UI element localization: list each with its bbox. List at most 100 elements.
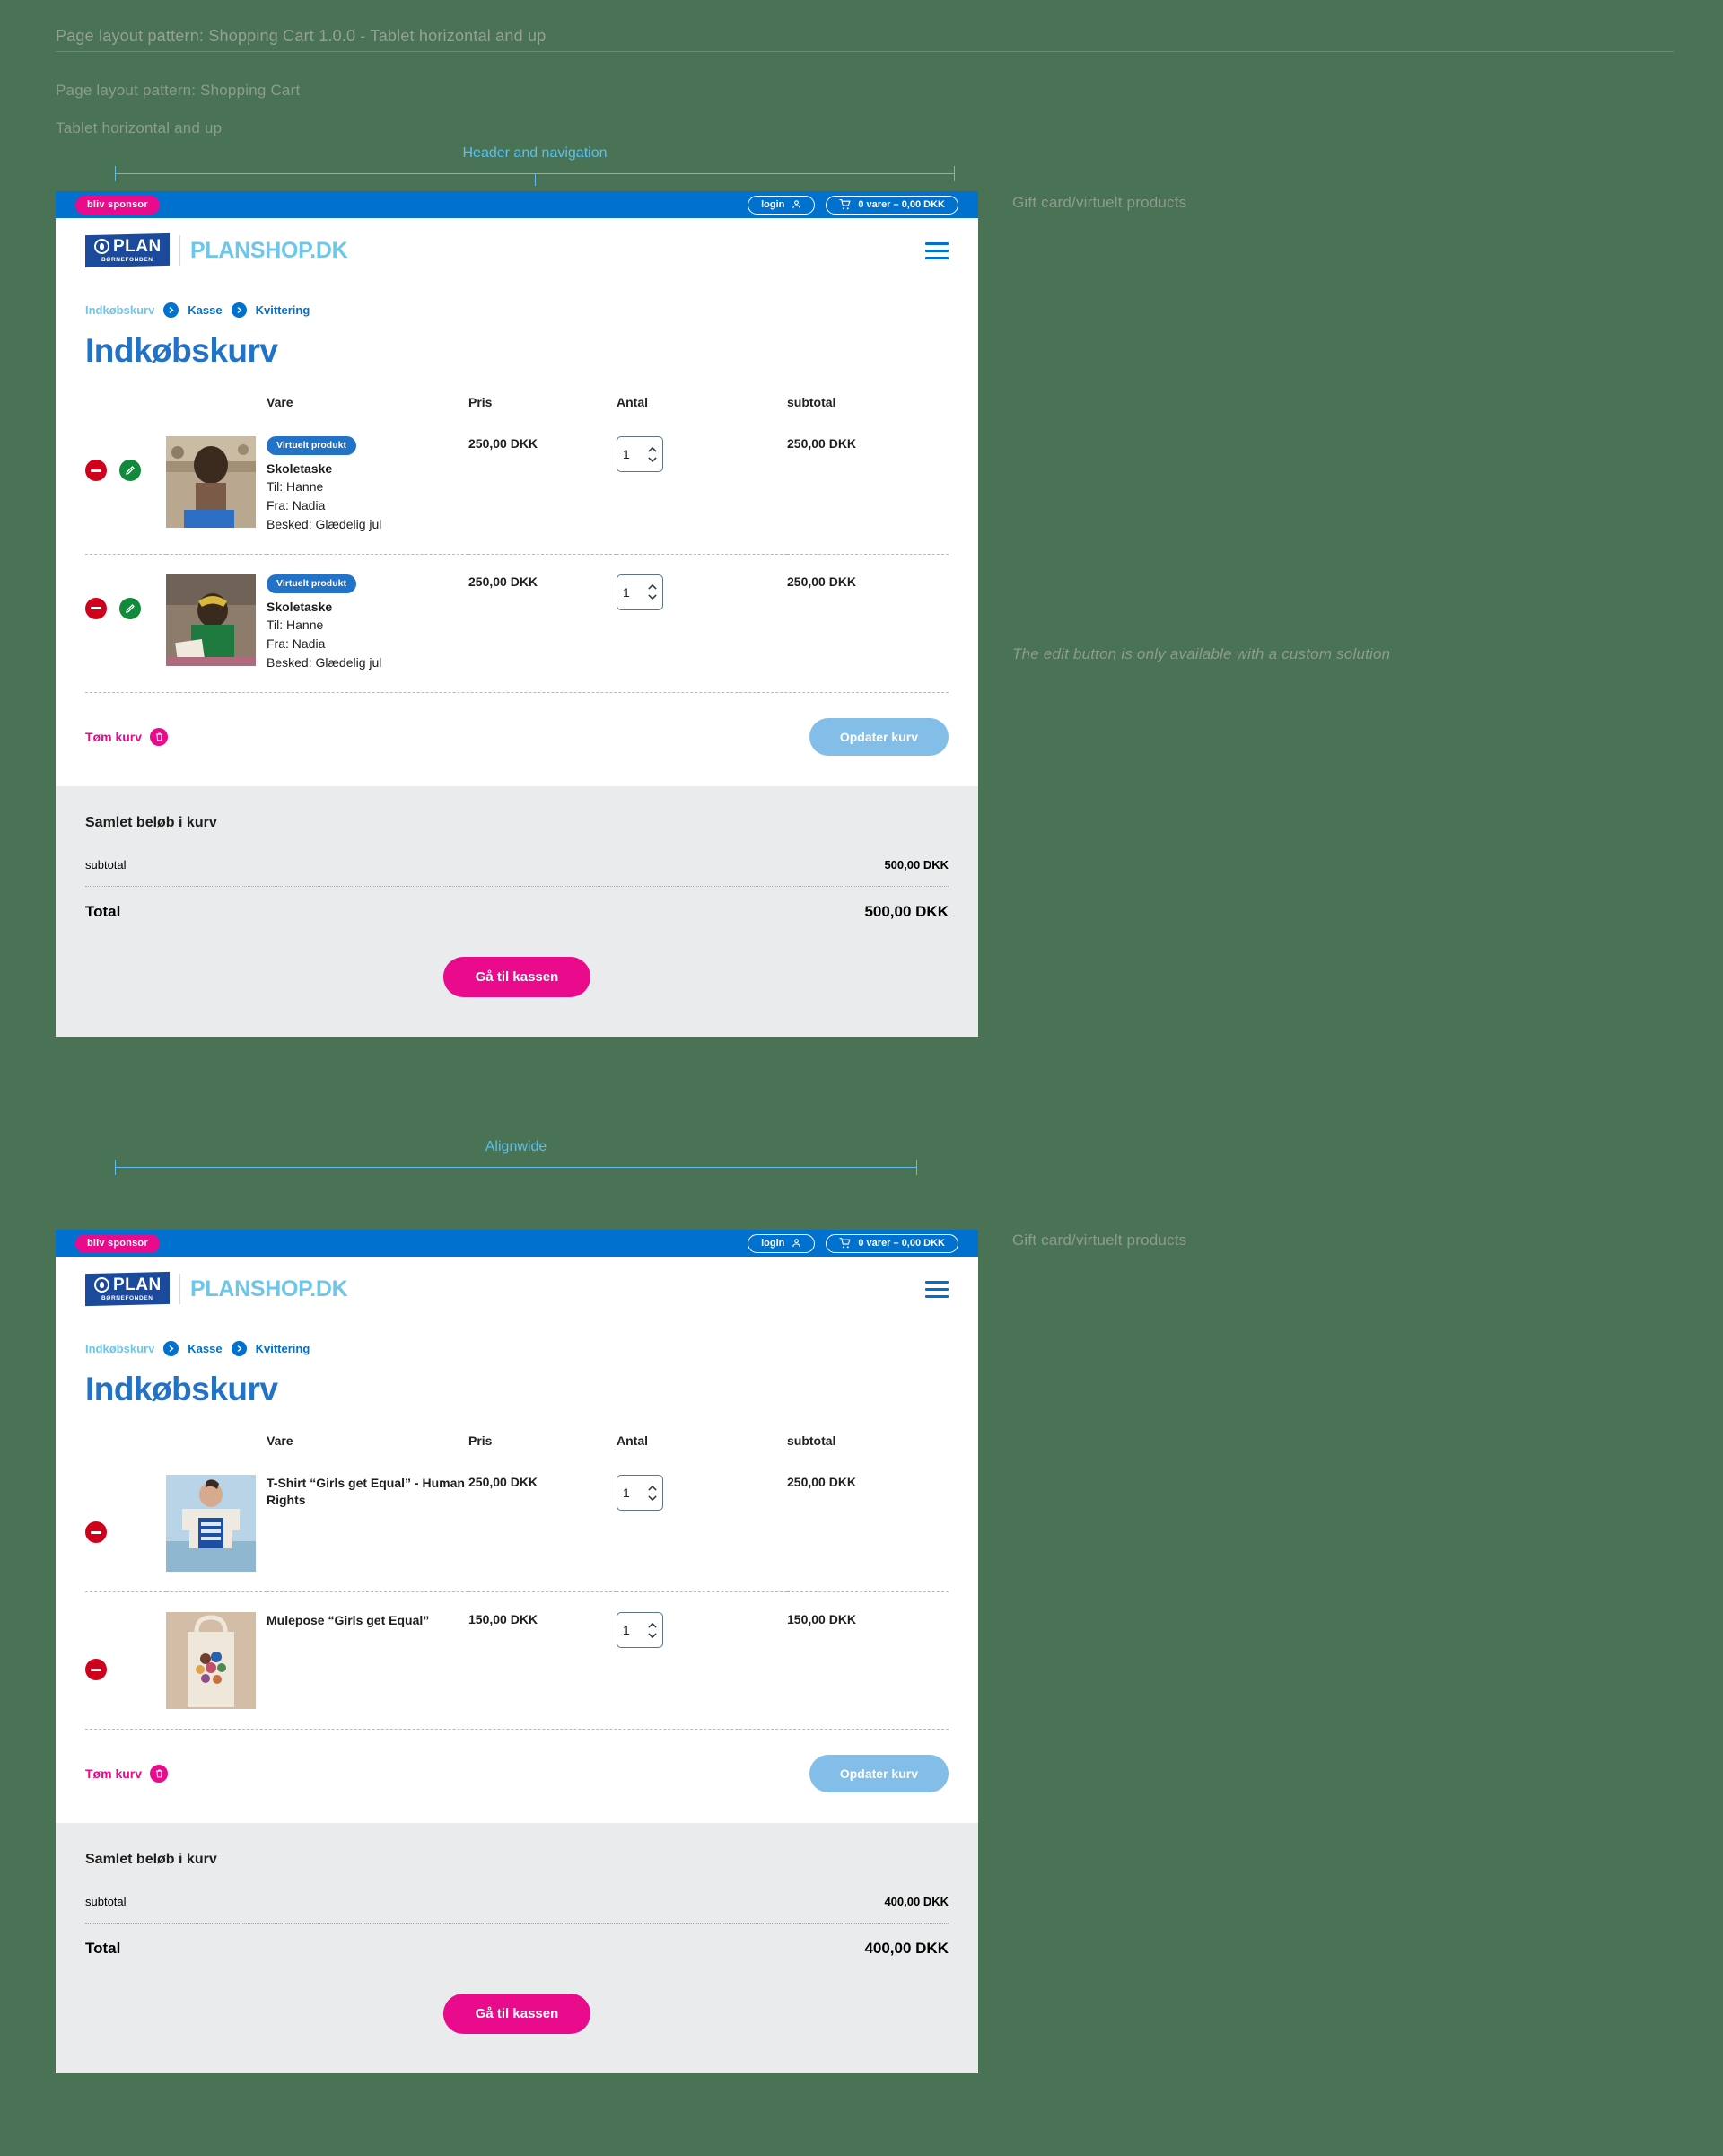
- col-header-antal: Antal: [617, 1433, 648, 1448]
- table-row: Virtuelt produkt Skoletaske Til: Hanne F…: [85, 553, 949, 692]
- measure-header-label: Header and navigation: [462, 145, 608, 161]
- breadcrumb-item-kvittering[interactable]: Kvittering: [256, 303, 310, 317]
- login-button[interactable]: login: [748, 195, 816, 215]
- user-icon: [792, 1238, 801, 1248]
- row-thumbnail: [166, 1464, 267, 1592]
- row-price: 250,00 DKK: [468, 1464, 617, 1592]
- product-price: 150,00 DKK: [468, 1612, 538, 1626]
- col-header-antal: Antal: [617, 395, 648, 409]
- site-logo[interactable]: PLAN BØRNEFONDEN PLANSHOP.DK: [85, 1271, 348, 1307]
- row-subtotal: 250,00 DKK: [787, 1464, 949, 1592]
- totals-subtotal-value: 400,00 DKK: [884, 1895, 949, 1908]
- row-product-info: Virtuelt produkt Skoletaske Til: Hanne F…: [267, 425, 468, 554]
- breadcrumb-item-indkobskurv[interactable]: Indkøbskurv: [85, 1342, 154, 1355]
- checkout-button[interactable]: Gå til kassen: [442, 1994, 591, 2034]
- quantity-value[interactable]: 1: [623, 1486, 648, 1500]
- product-name[interactable]: T-Shirt “Girls get Equal” - Human Rights: [267, 1475, 468, 1509]
- pencil-edit-icon[interactable]: [119, 460, 141, 481]
- chevron-up-icon[interactable]: [648, 584, 657, 591]
- remove-minus-icon[interactable]: [85, 1521, 107, 1543]
- cart-actions-bar: Tøm kurv Opdater kurv: [85, 1729, 949, 1823]
- col-actions: [85, 395, 166, 425]
- login-label: login: [761, 1237, 785, 1249]
- totals-total-value: 400,00 DKK: [864, 1940, 949, 1957]
- measure-cap-left: [115, 1160, 116, 1175]
- totals-total-row: Total 400,00 DKK: [85, 1940, 949, 1958]
- quantity-stepper[interactable]: 1: [617, 1612, 663, 1648]
- breadcrumb-item-kasse[interactable]: Kasse: [188, 303, 222, 317]
- sponsor-button[interactable]: bliv sponsor: [75, 195, 160, 215]
- row-quantity: 1: [617, 425, 787, 554]
- quantity-value[interactable]: 1: [623, 447, 648, 461]
- mini-cart-button[interactable]: 0 varer – 0,00 DKK: [826, 195, 958, 215]
- product-price: 250,00 DKK: [468, 574, 538, 589]
- row-actions: [85, 553, 166, 692]
- cart-totals: Samlet beløb i kurv subtotal 400,00 DKK …: [56, 1823, 978, 2073]
- empty-cart-button[interactable]: Tøm kurv: [85, 1765, 169, 1783]
- note-giftcard-top: Gift card/virtuelt products: [1012, 194, 1187, 211]
- row-price: 150,00 DKK: [468, 1591, 617, 1729]
- update-cart-button[interactable]: Opdater kurv: [809, 717, 949, 756]
- sponsor-button[interactable]: bliv sponsor: [75, 1233, 160, 1253]
- chevron-up-icon[interactable]: [648, 1485, 657, 1491]
- plan-logo-mark: PLAN BØRNEFONDEN: [85, 232, 170, 268]
- product-meta-besked: Besked: Glædelig jul: [267, 654, 382, 670]
- remove-minus-icon[interactable]: [85, 460, 107, 481]
- breadcrumb-item-indkobskurv[interactable]: Indkøbskurv: [85, 303, 154, 317]
- measure-alignwide-label: Alignwide: [485, 1139, 547, 1154]
- shopping-cart-icon: [839, 1237, 852, 1249]
- cart-actions-bar: Tøm kurv Opdater kurv: [85, 691, 949, 786]
- hamburger-menu-icon[interactable]: [925, 241, 949, 259]
- empty-cart-button[interactable]: Tøm kurv: [85, 727, 169, 746]
- product-name[interactable]: Mulepose “Girls get Equal”: [267, 1612, 468, 1629]
- cart-table: Vare Pris Antal subtotal: [85, 395, 949, 692]
- remove-minus-icon[interactable]: [85, 1659, 107, 1680]
- login-button[interactable]: login: [748, 1233, 816, 1253]
- quantity-stepper[interactable]: 1: [617, 574, 663, 610]
- product-name[interactable]: Skoletaske: [267, 599, 468, 616]
- quantity-value[interactable]: 1: [623, 585, 648, 600]
- chevron-down-icon[interactable]: [648, 594, 657, 600]
- site-logo[interactable]: PLAN BØRNEFONDEN PLANSHOP.DK: [85, 232, 348, 268]
- chevron-up-icon[interactable]: [648, 446, 657, 452]
- col-header-vare: Vare: [267, 395, 293, 409]
- product-name[interactable]: Skoletaske: [267, 460, 468, 478]
- mini-cart-button[interactable]: 0 varer – 0,00 DKK: [826, 1233, 958, 1253]
- chevron-up-icon[interactable]: [648, 1622, 657, 1628]
- update-cart-button[interactable]: Opdater kurv: [809, 1755, 949, 1792]
- totals-total-label: Total: [85, 1940, 121, 1957]
- quantity-value[interactable]: 1: [623, 1623, 648, 1637]
- chevron-down-icon[interactable]: [648, 1494, 657, 1501]
- row-quantity: 1: [617, 1591, 787, 1729]
- quantity-stepper[interactable]: 1: [617, 436, 663, 472]
- pencil-edit-icon[interactable]: [119, 597, 141, 619]
- remove-minus-icon[interactable]: [85, 597, 107, 619]
- plan-emblem-icon: [93, 239, 109, 255]
- checkout-button[interactable]: Gå til kassen: [442, 956, 591, 997]
- chevron-down-icon[interactable]: [648, 1632, 657, 1638]
- brand-bar: PLAN BØRNEFONDEN PLANSHOP.DK: [56, 1257, 978, 1321]
- logo-divider: [179, 235, 180, 266]
- cart-table-header-row: Vare Pris Antal subtotal: [85, 395, 949, 425]
- row-actions: [85, 1464, 166, 1592]
- totals-heading: Samlet beløb i kurv: [85, 814, 217, 830]
- empty-cart-label: Tøm kurv: [85, 1766, 143, 1781]
- cart-table-header-row: Vare Pris Antal subtotal: [85, 1433, 949, 1464]
- col-header-subtotal: subtotal: [787, 1433, 836, 1448]
- chevron-right-circle-icon: [231, 1341, 247, 1356]
- product-price: 250,00 DKK: [468, 436, 538, 451]
- breadcrumb: Indkøbskurv Kasse Kvittering: [85, 1321, 949, 1356]
- row-subtotal: 250,00 DKK: [787, 553, 949, 692]
- chevron-down-icon[interactable]: [648, 456, 657, 462]
- product-meta-til: Til: Hanne: [267, 617, 324, 632]
- quantity-stepper[interactable]: 1: [617, 1475, 663, 1511]
- measure-cap-left: [115, 166, 116, 181]
- breadcrumb-item-kasse[interactable]: Kasse: [188, 1342, 222, 1355]
- product-meta-besked: Besked: Glædelig jul: [267, 516, 382, 531]
- product-meta-til: Til: Hanne: [267, 478, 324, 494]
- frame-title: Page layout pattern: Shopping Cart 1.0.0…: [56, 27, 547, 45]
- hamburger-menu-icon[interactable]: [925, 1280, 949, 1298]
- row-quantity: 1: [617, 1464, 787, 1592]
- product-subtotal: 150,00 DKK: [787, 1612, 857, 1626]
- breadcrumb-item-kvittering[interactable]: Kvittering: [256, 1342, 310, 1355]
